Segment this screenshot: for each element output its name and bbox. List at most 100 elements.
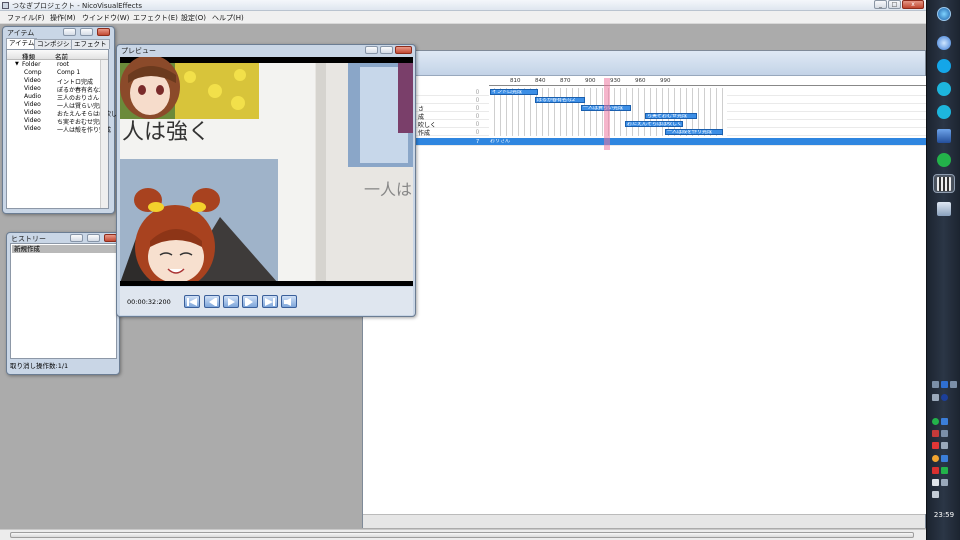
skip-to-start-button[interactable]	[184, 295, 200, 308]
tab-item[interactable]: アイテム	[6, 38, 38, 49]
tray-icon[interactable]	[932, 442, 939, 449]
tray-icon[interactable]	[932, 381, 939, 388]
step-back-button[interactable]	[204, 295, 220, 308]
timeline-clip[interactable]: おたえんそらはは吹しく	[625, 121, 683, 127]
track-toggle[interactable]: ▯	[476, 113, 488, 119]
list-item[interactable]: Video 一人は殻を作り完成	[7, 125, 111, 134]
taskbar-app-nicovisualeffects[interactable]	[933, 174, 955, 193]
menu-file[interactable]: ファイル(F)	[7, 13, 45, 23]
ruler-label: 810	[510, 78, 521, 84]
list-item[interactable]: ▼ Folder root	[7, 61, 108, 69]
tray-icon[interactable]	[941, 418, 948, 425]
menu-settings[interactable]: 設定(O)	[181, 13, 206, 23]
start-button[interactable]	[933, 4, 955, 23]
taskbar-app-notes[interactable]	[933, 199, 955, 218]
item-list-scrollbar[interactable]	[100, 60, 108, 208]
taskbar-app-maps-2[interactable]	[933, 102, 955, 121]
preview-minimize-button[interactable]	[365, 46, 378, 54]
volume-button[interactable]	[281, 295, 297, 308]
taskbar-clock[interactable]: 23:59	[927, 511, 960, 519]
preview-maximize-button[interactable]	[380, 46, 393, 54]
tray-icon[interactable]	[932, 455, 939, 462]
tray-icon[interactable]	[950, 381, 957, 388]
item-close-button[interactable]	[97, 28, 110, 36]
play-button[interactable]	[223, 295, 239, 308]
list-item[interactable]: Comp Comp 1	[7, 69, 108, 77]
column-type[interactable]: 種類	[22, 51, 35, 61]
track-row-selected[interactable]: 7 おりさん	[363, 138, 927, 146]
history-item[interactable]: 新規作成	[12, 245, 116, 253]
track-row[interactable]: 作成 ▯ 一人は殻を作り完成	[363, 128, 927, 137]
tray-icon[interactable]	[932, 430, 939, 437]
track-toggle[interactable]: ▯	[476, 105, 488, 111]
tray-icon[interactable]	[941, 381, 948, 388]
track-toggle[interactable]: ▯	[476, 129, 488, 135]
tray-icon[interactable]	[941, 394, 948, 401]
menu-operation[interactable]: 操作(M)	[50, 13, 76, 23]
history-minimize-button[interactable]	[70, 234, 83, 242]
scrollbar-thumb[interactable]	[10, 532, 914, 538]
skip-to-end-button[interactable]	[262, 295, 278, 308]
track-toggle[interactable]: ▯	[476, 89, 488, 95]
list-item[interactable]: Video ち実ぞおむせ完成	[7, 117, 108, 126]
location-icon	[937, 81, 951, 96]
item-minimize-button[interactable]	[63, 28, 76, 36]
timeline-clip[interactable]: イントロ完成	[490, 89, 538, 95]
list-item[interactable]: Video イントロ完成	[7, 77, 108, 86]
menu-window[interactable]: ウインドウ(W)	[82, 13, 129, 23]
history-maximize-button[interactable]	[87, 234, 100, 242]
tray-icon[interactable]	[932, 418, 939, 425]
preview-canvas[interactable]: 人は強く 一人は	[120, 57, 413, 286]
column-name[interactable]: 名前	[55, 51, 68, 61]
maximize-button[interactable]: □	[888, 0, 901, 9]
track-row[interactable]: 成 ▯ ち実ぞおむせ完成	[363, 112, 927, 121]
tray-icon[interactable]	[932, 394, 939, 401]
timeline-clip[interactable]: 一人は殻を作り完成	[665, 129, 723, 135]
track-toggle[interactable]: ▯	[476, 97, 488, 103]
taskbar-app-green[interactable]	[933, 150, 955, 169]
tray-icon[interactable]	[941, 467, 948, 474]
timeline-clip[interactable]: ぽるか春有名な2	[535, 97, 585, 103]
item-maximize-button[interactable]	[80, 28, 93, 36]
list-item[interactable]: Video 一人は賢らい完成	[7, 101, 108, 110]
track-toggle[interactable]: 7	[476, 139, 488, 145]
timeline-clip[interactable]: ち実ぞおむせ完成	[645, 113, 697, 119]
minimize-button[interactable]: _	[874, 0, 887, 9]
windows-start-icon	[937, 6, 951, 21]
track-row[interactable]: さ ▯ 一人は賢らい完成	[363, 104, 927, 113]
tab-effect[interactable]: エフェクト	[71, 39, 110, 49]
tray-icon[interactable]	[941, 430, 948, 437]
item-type: Video	[24, 117, 41, 124]
menu-effect[interactable]: エフェクト(E)	[133, 13, 178, 23]
tray-icon[interactable]	[941, 455, 948, 462]
list-item[interactable]: Audio 三人のおりさん	[7, 93, 108, 102]
track-toggle[interactable]: ▯	[476, 121, 488, 127]
list-item[interactable]: Video ぽるか春有名な2	[7, 85, 108, 94]
taskbar-app-maps[interactable]	[933, 79, 955, 98]
timeline-ruler[interactable]: 810 840 870 900 930 960 990	[489, 78, 926, 86]
track-row[interactable]: ▯ イントロ完成	[363, 88, 927, 96]
timeline-clip[interactable]: おりさん	[489, 139, 519, 145]
tray-icon[interactable]	[941, 479, 948, 486]
preview-close-button[interactable]	[395, 46, 412, 54]
tray-icon[interactable]	[941, 442, 948, 449]
menu-help[interactable]: ヘルプ(H)	[212, 13, 244, 23]
taskbar-app-browser[interactable]	[933, 33, 955, 52]
taskbar-app-skype[interactable]	[933, 56, 955, 75]
volume-icon[interactable]	[932, 491, 939, 498]
step-forward-button[interactable]	[242, 295, 258, 308]
list-item[interactable]: Video おたえんそらはは吹しく	[7, 109, 123, 118]
expand-arrow-icon[interactable]: ▼	[15, 61, 19, 67]
track-row[interactable]: 吹しく ▯ おたえんそらはは吹しく	[363, 120, 927, 129]
flag-icon[interactable]	[932, 479, 939, 486]
item-tab-bar: アイテム コンポジション エフェクト	[6, 38, 110, 49]
preview-controls: 00:00:32:200	[120, 287, 413, 315]
workspace-horizontal-scrollbar[interactable]	[0, 529, 926, 540]
timeline-zoom-bar[interactable]	[363, 514, 925, 528]
item-list-header: 種類 名前	[7, 50, 108, 61]
taskbar-app-monitor[interactable]	[933, 126, 955, 145]
track-row[interactable]: ▯ ぽるか春有名な2	[363, 96, 927, 104]
close-button[interactable]: x	[902, 0, 924, 9]
playhead[interactable]	[604, 78, 610, 150]
tray-icon[interactable]	[932, 467, 939, 474]
